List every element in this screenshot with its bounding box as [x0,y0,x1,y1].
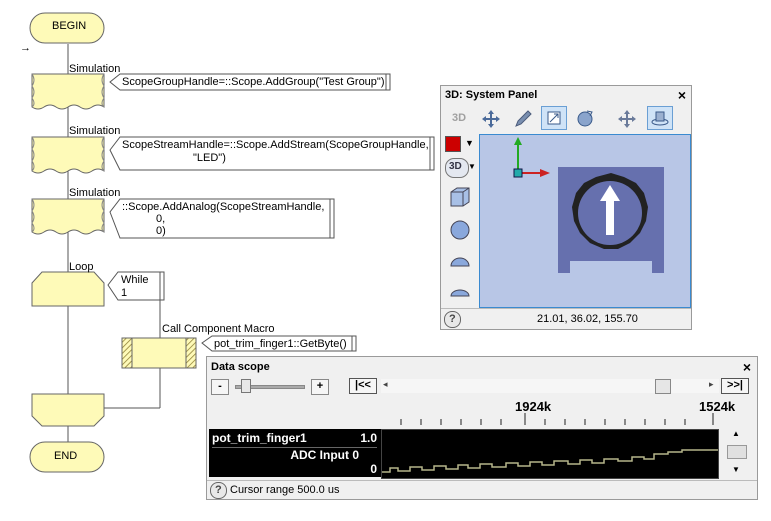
move-icon[interactable] [479,107,505,131]
data-scope-titlebar[interactable]: Data scope × [207,357,757,375]
primitive-shapes-toolbar [450,187,470,297]
channel-max: 1.0 [360,431,377,445]
step2-code-line1: ScopeStreamHandle=::Scope.AddStream(Scop… [122,139,429,151]
simulation-block-2[interactable] [31,136,105,174]
component-macro-block[interactable] [121,337,197,369]
step3-code-line2: 0, [156,213,166,225]
step3-type-label: Simulation [69,187,121,199]
chevron-down-icon[interactable]: ▼ [468,162,476,171]
scroll-left-icon[interactable]: ◂ [383,379,388,390]
resize-icon[interactable] [541,106,567,130]
rotate-icon[interactable] [573,107,599,131]
hemisphere-icon[interactable] [450,257,470,267]
3d-label-icon: 3D [452,112,467,124]
trace-scroll-thumb[interactable] [727,445,747,459]
adc-trace [382,449,718,473]
system-panel-statusbar: ? 21.01, 36.02, 155.70 [441,308,691,329]
zoom-in-button[interactable]: + [311,379,329,395]
timeline-ruler [400,413,714,425]
channel-min: 0 [370,462,377,476]
channel-sub-label: ADC Input 0 [290,448,359,462]
disc-icon[interactable] [450,289,470,297]
chevron-down-icon[interactable]: ▼ [465,138,474,148]
system-panel-titlebar[interactable]: 3D: System Panel × [441,86,691,104]
view-3d-button[interactable]: 3D [445,158,469,178]
cube-icon[interactable] [450,187,470,207]
timeline-scroll-thumb[interactable] [655,379,671,394]
trace-area[interactable] [381,429,719,479]
zoom-out-button[interactable]: - [211,379,229,395]
step1-type-label: Simulation [69,63,121,75]
help-icon[interactable]: ? [210,482,227,499]
loop-end-block[interactable] [31,393,105,427]
system-panel-toolbar: 3D [443,106,689,132]
jump-start-button[interactable]: |<< [349,378,377,394]
step2-code-line2: "LED") [193,152,226,164]
simulation-block-3[interactable] [31,198,105,235]
macro-type-label: Call Component Macro [162,323,275,335]
scroll-up-icon[interactable]: ▲ [732,429,740,438]
svg-text:→: → [20,42,31,54]
help-icon[interactable]: ? [444,311,461,328]
zoom-slider-thumb[interactable] [241,379,251,393]
coordinates-readout: 21.01, 36.02, 155.70 [537,313,638,325]
scroll-right-icon[interactable]: ▸ [709,379,714,390]
step1-code: ScopeGroupHandle=::Scope.AddGroup("Test … [122,76,385,88]
trace-scrollbar[interactable]: ▲ ▼ [721,429,751,477]
loop-type-label: Loop [69,261,94,273]
system-panel-title: 3D: System Panel [445,89,538,101]
color-swatch-button[interactable] [445,136,461,152]
cursor-range-status: Cursor range 500.0 us [230,484,340,496]
timeline-scrollbar[interactable]: ◂ ▸ [381,379,719,394]
channel-label-panel[interactable]: pot_trim_finger1 1.0 ADC Input 0 0 [209,429,381,477]
simulation-block-1[interactable] [31,73,105,110]
3d-viewport[interactable] [479,134,691,308]
jump-end-button[interactable]: >>| [721,378,749,394]
begin-label: BEGIN [52,20,87,32]
data-scope-statusbar: ? Cursor range 500.0 us [207,480,757,499]
macro-code: pot_trim_finger1::GetByte() [214,338,347,350]
close-icon[interactable]: × [743,360,751,374]
close-icon[interactable]: × [678,88,686,102]
timeline-label-left: 1924k [515,399,552,414]
channel-name: pot_trim_finger1 [212,431,307,445]
data-scope-title: Data scope [211,361,270,373]
loop-condition-line1: While [121,274,149,286]
pan-icon[interactable] [615,107,641,131]
step3-code-line1: ::Scope.AddAnalog(ScopeStreamHandle, [122,201,325,213]
end-label: END [54,450,78,462]
sphere-icon[interactable] [450,220,470,240]
system-panel-window: 3D: System Panel × 3D ▼ 3D ▼ ? 21.01, 36… [440,85,692,330]
pencil-icon[interactable] [511,107,537,131]
scroll-down-icon[interactable]: ▼ [732,465,740,474]
loop-start-block[interactable] [31,271,105,307]
timeline-label-right: 1524k [699,399,736,414]
data-scope-window: Data scope × - + |<< ◂ ▸ >>| 1924k 1524k… [206,356,758,500]
camera-orbit-icon[interactable] [647,106,673,130]
loop-condition-line2: 1 [121,287,128,299]
step3-code-line3: 0) [156,225,166,237]
step2-type-label: Simulation [69,125,121,137]
